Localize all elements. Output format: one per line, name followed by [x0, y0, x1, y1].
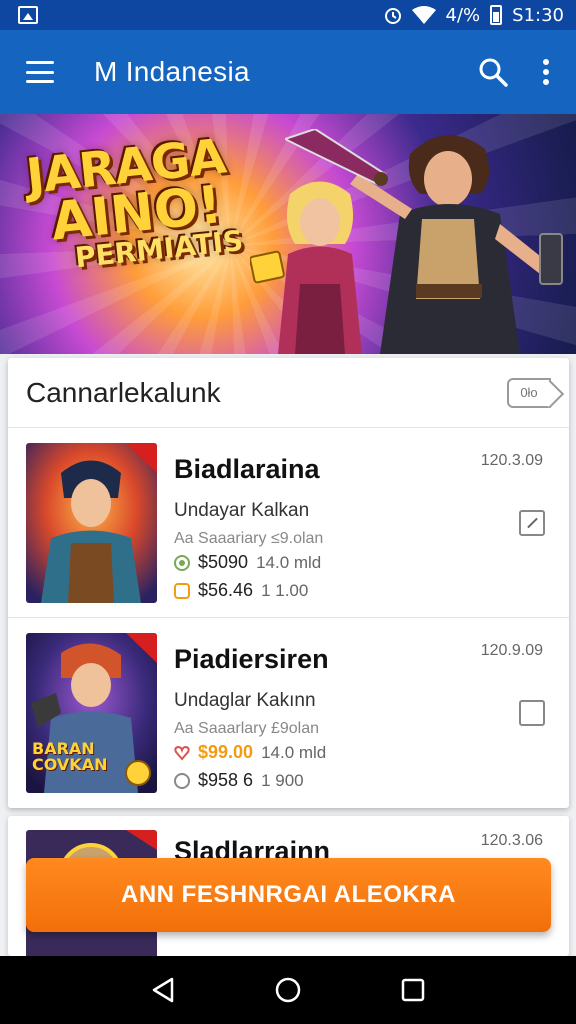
game-date: 120.3.06	[480, 832, 543, 849]
back-icon[interactable]	[141, 968, 185, 1012]
battery-icon	[490, 5, 503, 25]
list-item[interactable]: BARAN COVKAN Piadiersiren 120.9.09 Undag…	[8, 618, 569, 808]
count-value: 1 900	[261, 770, 304, 790]
heart-icon	[174, 745, 190, 761]
recents-icon[interactable]	[391, 968, 435, 1012]
list-item[interactable]: Biadlaraina 120.3.09 Undayar Kalkan Aa S…	[8, 428, 569, 618]
more-vertical-icon[interactable]	[542, 59, 550, 85]
coin-icon	[174, 554, 190, 571]
game-subtitle: Undaglar Kakınn	[174, 690, 316, 711]
game-date: 120.9.09	[480, 642, 543, 659]
price-value: $958 6	[198, 770, 254, 790]
price-line: $99.00 14.0 mld	[174, 742, 326, 763]
game-title: Piadiersiren	[174, 644, 329, 674]
select-checkbox[interactable]	[519, 700, 545, 726]
price-line: $56.46 1 1.00	[174, 580, 308, 601]
price-value: $56.46	[198, 580, 254, 600]
search-icon[interactable]	[478, 57, 508, 87]
hamburger-menu-icon[interactable]	[26, 61, 54, 83]
game-thumbnail	[26, 443, 157, 603]
game-thumbnail: BARAN COVKAN	[26, 633, 157, 793]
game-meta: Aa Saaariary ≤9.olan	[174, 530, 324, 547]
size-value: 14.0 mld	[261, 742, 327, 762]
system-navigation-bar	[0, 956, 576, 1024]
game-date: 120.3.09	[480, 452, 543, 469]
size-value: 14.0 mld	[256, 552, 322, 572]
price-line: $958 6 1 900	[174, 770, 304, 791]
promo-banner[interactable]: JARAGA AINO! PERMIATIS	[0, 114, 576, 354]
game-title: Biadlaraina	[174, 454, 320, 484]
sword-illustration	[285, 129, 388, 186]
app-title: M Indanesia	[94, 56, 250, 87]
game-meta: Aa Saaarlary £9olan	[174, 720, 319, 737]
status-bar: 4/% S1:30	[0, 0, 576, 30]
banner-title: JARAGA AINO! PERMIATIS	[23, 128, 245, 275]
thumbnail-caption: BARAN COVKAN	[32, 739, 108, 774]
signal-text: 4/%	[445, 4, 481, 26]
app-bar: M Indanesia	[0, 30, 576, 114]
wifi-icon	[411, 6, 436, 24]
package-icon	[174, 582, 190, 599]
price-line: $5090 14.0 mld	[174, 552, 321, 573]
primary-action-button[interactable]: ANN FESHNRGAI ALEOKRA	[26, 858, 551, 932]
count-value: 1 1.00	[261, 580, 309, 600]
price-value: $99.00	[198, 742, 254, 762]
gallery-notification-icon	[18, 6, 38, 24]
tag-icon[interactable]: 0ło	[507, 377, 551, 408]
game-subtitle: Undayar Kalkan	[174, 500, 310, 521]
price-value: $5090	[198, 552, 249, 572]
game-list-card: Cannarlekalunk 0ło Biadlaraina 120.3.09 …	[8, 358, 569, 808]
gem-icon	[174, 772, 190, 789]
list-header: Cannarlekalunk 0ło	[8, 358, 569, 428]
list-header-title: Cannarlekalunk	[26, 376, 221, 408]
alarm-icon	[384, 8, 401, 24]
select-checkbox[interactable]	[519, 510, 545, 536]
home-icon[interactable]	[266, 968, 310, 1012]
clock: S1:30	[512, 4, 564, 26]
